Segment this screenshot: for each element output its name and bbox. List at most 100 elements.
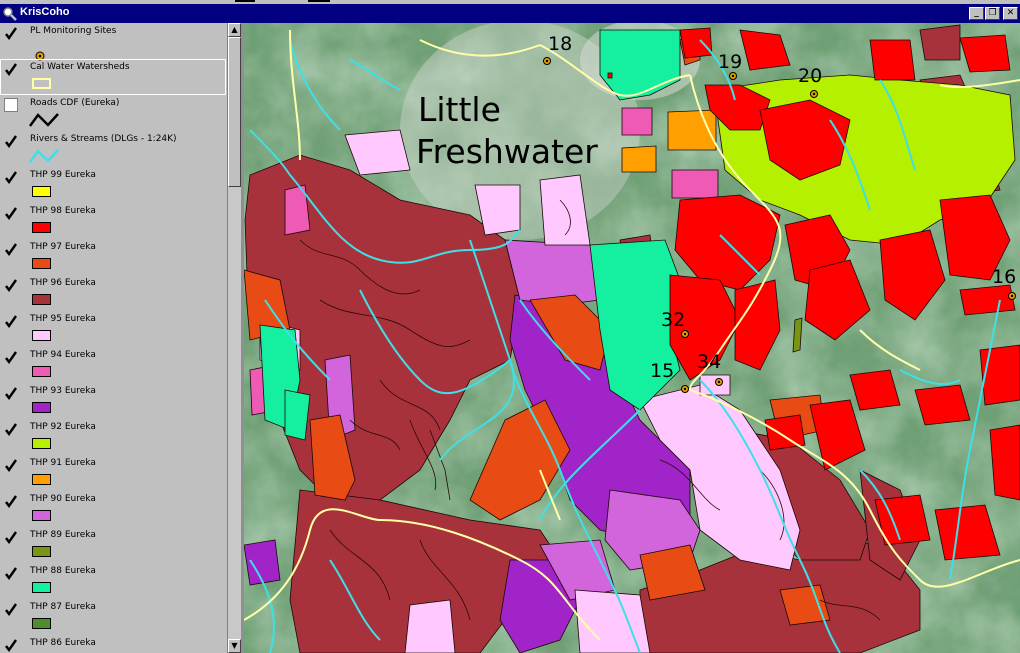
legend-label: THP 93 Eureka: [30, 386, 96, 396]
monitoring-site-label: 32: [661, 309, 685, 331]
legend-entry[interactable]: Rivers & Streams (DLGs - 1:24K): [0, 131, 227, 167]
legend-entry[interactable]: THP 89 Eureka: [0, 527, 227, 563]
thp-93-polygon: [244, 539, 281, 586]
legend-color-swatch: [32, 510, 51, 521]
legend-label: THP 92 Eureka: [30, 422, 96, 432]
monitoring-site-center: [683, 332, 687, 336]
map-view[interactable]: 18 19 20 16 32 15 34 Little Freshwater: [244, 23, 1020, 653]
map-canvas[interactable]: 18 19 20 16 32 15 34 Little Freshwater: [244, 23, 1020, 653]
app-magnifier-icon: [3, 7, 17, 21]
thp-98-polygon: [869, 39, 916, 81]
thp-98-polygon: [679, 27, 713, 59]
monitoring-site-label: 15: [650, 360, 674, 382]
thp-98-polygon: [607, 72, 613, 79]
thp-94-polygon: [671, 169, 719, 199]
thp-98-polygon: [989, 424, 1020, 501]
legend-entry[interactable]: THP 86 Eureka: [0, 635, 227, 653]
legend-color-swatch: [32, 402, 51, 413]
thp-98-polygon: [874, 494, 931, 546]
legend-entry[interactable]: PL Monitoring Sites: [0, 23, 227, 61]
layer-visibility-checkbox[interactable]: [4, 458, 18, 473]
layer-visibility-checkbox[interactable]: [4, 206, 18, 221]
legend-color-swatch: [32, 618, 51, 629]
road-line-icon: [28, 112, 62, 128]
legend-label: THP 96 Eureka: [30, 278, 96, 288]
legend-label: THP 89 Eureka: [30, 530, 96, 540]
monitoring-site-center: [812, 92, 816, 96]
scroll-up-arrow[interactable]: ▲: [228, 23, 241, 37]
legend-color-swatch: [32, 330, 51, 341]
legend-entry[interactable]: THP 99 Eureka: [0, 167, 227, 203]
thp-98-polygon: [914, 384, 971, 426]
layer-visibility-checkbox[interactable]: [4, 98, 18, 112]
legend-entry[interactable]: THP 98 Eureka: [0, 203, 227, 239]
legend-entry[interactable]: THP 94 Eureka: [0, 347, 227, 383]
legend-panel: PL Monitoring Sites Cal Water Watersheds R…: [0, 23, 227, 653]
title-bar[interactable]: KrisCoho _ ❐ ✕: [0, 4, 1020, 23]
legend-entry[interactable]: THP 90 Eureka: [0, 491, 227, 527]
legend-label: THP 99 Eureka: [30, 170, 96, 180]
layer-visibility-checkbox[interactable]: [4, 530, 18, 545]
scroll-down-arrow[interactable]: ▼: [228, 639, 241, 653]
stream-line-icon: [28, 148, 62, 164]
legend-label: THP 91 Eureka: [30, 458, 96, 468]
thp-95-polygon: [404, 599, 456, 653]
legend-entry[interactable]: THP 88 Eureka: [0, 563, 227, 599]
monitoring-site-label: 18: [548, 33, 572, 55]
layer-visibility-checkbox[interactable]: [4, 26, 18, 41]
monitoring-site-center: [1010, 294, 1014, 298]
legend-scrollbar[interactable]: ▲ ▼: [227, 23, 241, 653]
selected-entry-frame: [0, 59, 226, 95]
legend-entry[interactable]: THP 96 Eureka: [0, 275, 227, 311]
legend-entry[interactable]: THP 91 Eureka: [0, 455, 227, 491]
monitoring-site-center: [731, 74, 735, 78]
legend-label: THP 95 Eureka: [30, 314, 96, 324]
layer-visibility-checkbox[interactable]: [4, 638, 18, 653]
window-title: KrisCoho: [20, 6, 70, 18]
legend-label: THP 86 Eureka: [30, 638, 96, 648]
layer-visibility-checkbox[interactable]: [4, 314, 18, 329]
thp-98-polygon: [959, 284, 1016, 316]
layer-visibility-checkbox[interactable]: [4, 422, 18, 437]
layer-visibility-checkbox[interactable]: [4, 602, 18, 617]
layer-visibility-checkbox[interactable]: [4, 494, 18, 509]
layer-visibility-checkbox[interactable]: [4, 278, 18, 293]
thp-91-polygon: [621, 145, 657, 173]
layer-visibility-checkbox[interactable]: [4, 350, 18, 365]
legend-entry[interactable]: THP 95 Eureka: [0, 311, 227, 347]
thp-95-polygon: [574, 589, 651, 653]
legend-entry[interactable]: THP 97 Eureka: [0, 239, 227, 275]
monitoring-site-center: [683, 387, 687, 391]
legend-label: THP 87 Eureka: [30, 602, 96, 612]
legend-color-swatch: [32, 186, 51, 197]
monitoring-site-label: 19: [718, 51, 742, 73]
layer-visibility-checkbox[interactable]: [4, 134, 18, 149]
place-label-line2: Freshwater: [416, 132, 598, 171]
legend-label: Rivers & Streams (DLGs - 1:24K): [30, 134, 177, 144]
legend-entry[interactable]: THP 87 Eureka: [0, 599, 227, 635]
monitoring-site-center: [545, 59, 549, 63]
layer-visibility-checkbox[interactable]: [4, 566, 18, 581]
legend-label: Roads CDF (Eureka): [30, 98, 120, 108]
thp-96-polygon: [919, 24, 961, 61]
scroll-thumb[interactable]: [228, 37, 241, 187]
monitoring-site-label: 34: [697, 351, 721, 373]
minimize-button[interactable]: _: [969, 7, 984, 20]
monitoring-site-label: 20: [798, 65, 822, 87]
legend-color-swatch: [32, 258, 51, 269]
thp-94-polygon: [621, 107, 653, 136]
thp-90-polygon: [504, 239, 601, 306]
legend-color-swatch: [32, 222, 51, 233]
legend-entry[interactable]: THP 93 Eureka: [0, 383, 227, 419]
legend-label: THP 94 Eureka: [30, 350, 96, 360]
legend-color-swatch: [32, 546, 51, 557]
legend-color-swatch: [32, 366, 51, 377]
legend-entry[interactable]: THP 92 Eureka: [0, 419, 227, 455]
restore-button[interactable]: ❐: [985, 7, 1000, 20]
legend-entry[interactable]: Roads CDF (Eureka): [0, 95, 227, 131]
layer-visibility-checkbox[interactable]: [4, 242, 18, 257]
layer-visibility-checkbox[interactable]: [4, 386, 18, 401]
site-dot-icon: [35, 46, 45, 61]
layer-visibility-checkbox[interactable]: [4, 170, 18, 185]
close-button[interactable]: ✕: [1003, 7, 1018, 20]
